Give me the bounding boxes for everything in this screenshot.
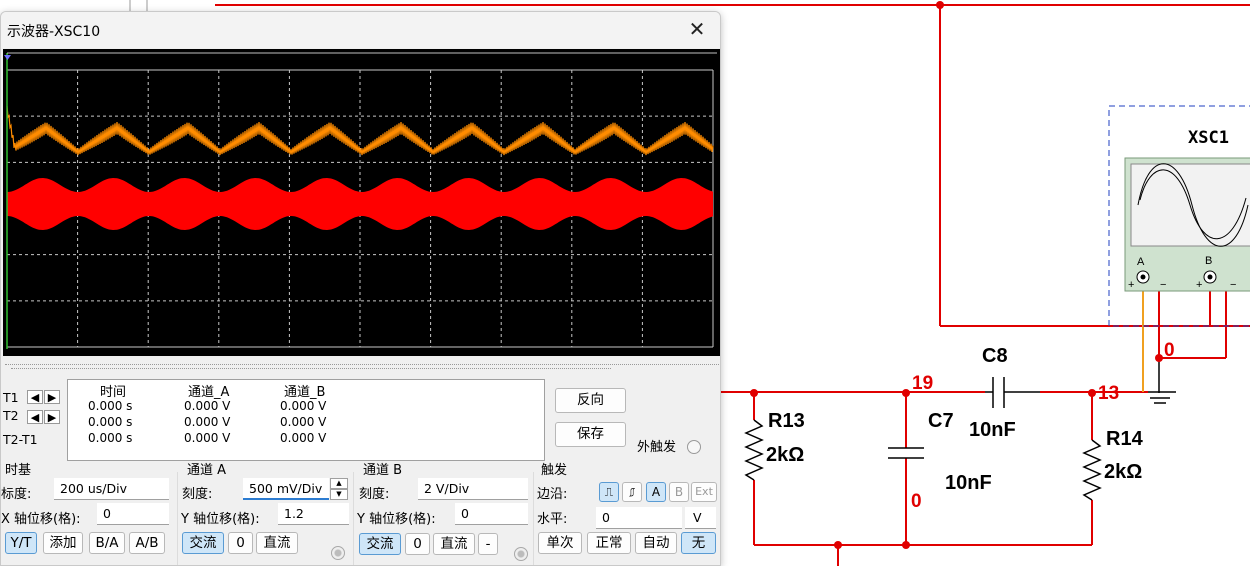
mode-yt-button[interactable]: Y/T [5, 532, 37, 554]
net-label-0-scope: 0 [1164, 340, 1175, 361]
t2-right-arrow-icon[interactable]: ▶ [44, 410, 60, 424]
t1-left-arrow-icon[interactable]: ◀ [27, 390, 43, 404]
trigger-source-b-button[interactable]: B [669, 482, 689, 502]
timebase-title: 时基 [5, 463, 32, 478]
t2t1-channel-a: 0.000 V [184, 431, 231, 445]
mode-ba-button[interactable]: B/A [89, 532, 125, 554]
scrollbar-thumb[interactable] [11, 368, 611, 369]
svg-text:+: + [1196, 279, 1202, 291]
svg-text:−: − [1230, 279, 1236, 291]
t2t1-time: 0.000 s [88, 431, 133, 445]
rising-edge-icon[interactable]: ⎍ [599, 482, 619, 502]
channel-b-title: 通道 B [363, 463, 403, 478]
title-bar[interactable]: 示波器-XSC10 ✕ [1, 12, 720, 48]
oscilloscope-window: 示波器-XSC10 ✕ T1 T2 T2-T1 ◀ ▶ ◀ ▶ 时间 通道_A … [0, 11, 721, 566]
r14-ref: R14 [1106, 428, 1144, 450]
c7-value: 10nF [945, 472, 992, 494]
cursor-t2-label: T2 [3, 408, 19, 423]
channel-b-zero-button[interactable]: 0 [405, 533, 430, 555]
t2-channel-a: 0.000 V [184, 415, 231, 429]
channel-b-dc-button[interactable]: 直流 [433, 533, 475, 555]
timebase-xpos-field[interactable]: 0 [97, 503, 169, 525]
save-button[interactable]: 保存 [555, 422, 626, 447]
cursor-t1-label: T1 [3, 390, 19, 405]
channel-b-ac-button[interactable]: 交流 [359, 533, 401, 555]
svg-text:A: A [1137, 256, 1145, 268]
t1-channel-b: 0.000 V [280, 399, 327, 413]
channel-a-scale-label: 刻度: [182, 487, 213, 502]
svg-text:−: − [1160, 279, 1166, 291]
falling-edge-icon[interactable]: ⎎ [622, 482, 642, 502]
t1-channel-a: 0.000 V [184, 399, 231, 413]
timebase-scale-label: 标度: [1, 487, 32, 502]
mode-ab-button[interactable]: A/B [129, 532, 165, 554]
trigger-source-a-button[interactable]: A [646, 482, 666, 502]
trigger-none-button[interactable]: 无 [681, 532, 716, 554]
channel-b-scale-field[interactable]: 2 V/Div [418, 478, 528, 500]
trigger-level-field[interactable]: 0 [596, 507, 682, 529]
header-channel-b: 通道_B [284, 385, 326, 400]
xsc1-label: XSC1 [1188, 128, 1229, 148]
scope-screen[interactable] [3, 49, 720, 356]
channel-b-minus-button[interactable]: - [478, 533, 498, 555]
ext-trigger-label: 外触发 [637, 440, 677, 455]
channel-a-ac-button[interactable]: 交流 [182, 532, 224, 554]
r14-value: 2kΩ [1104, 461, 1142, 483]
svg-text:+: + [1128, 279, 1134, 291]
trigger-title: 触发 [541, 463, 568, 478]
channel-b-terminal-icon[interactable] [514, 547, 528, 561]
scope-display [4, 52, 717, 349]
channel-a-ypos-field[interactable]: 1.2 [278, 503, 349, 525]
c8-ref: C8 [982, 345, 1008, 367]
close-button[interactable]: ✕ [674, 12, 720, 48]
timebase-xpos-label: X 轴位移(格): [1, 512, 81, 527]
t2-channel-b: 0.000 V [280, 415, 327, 429]
channel-b-scale-label: 刻度: [359, 487, 390, 502]
r13-value: 2kΩ [766, 444, 804, 466]
t2-time: 0.000 s [88, 415, 133, 429]
trigger-auto-button[interactable]: 自动 [635, 532, 677, 554]
channel-a-ypos-label: Y 轴位移(格): [181, 512, 260, 527]
c7-ref: C7 [928, 410, 954, 432]
net-label-13: 13 [1098, 383, 1119, 404]
channel-a-dc-button[interactable]: 直流 [256, 532, 298, 554]
header-time: 时间 [100, 385, 127, 400]
trigger-source-ext-button[interactable]: Ext [691, 482, 717, 502]
cursor-t2t1-label: T2-T1 [3, 432, 38, 447]
cursor-readout-table: 时间 通道_A 通道_B 0.000 s 0.000 V 0.000 V 0.0… [67, 379, 545, 461]
reverse-button[interactable]: 反向 [555, 388, 626, 413]
channel-a-title: 通道 A [187, 463, 227, 478]
trigger-level-label: 水平: [537, 512, 568, 527]
channel-b-ypos-label: Y 轴位移(格): [357, 512, 436, 527]
t2t1-channel-b: 0.000 V [280, 431, 327, 445]
screen-scrollbar[interactable] [5, 364, 720, 374]
net-label-19: 19 [912, 373, 933, 394]
r13-ref: R13 [768, 410, 805, 432]
ext-trigger-terminal[interactable] [687, 440, 701, 454]
t1-right-arrow-icon[interactable]: ▶ [44, 390, 60, 404]
c8-value: 10nF [969, 419, 1016, 441]
channel-b-ypos-field[interactable]: 0 [455, 503, 528, 525]
trigger-single-button[interactable]: 单次 [538, 532, 582, 554]
channel-a-terminal-icon[interactable] [331, 546, 345, 560]
trigger-level-unit[interactable]: V [685, 507, 716, 529]
t2-left-arrow-icon[interactable]: ◀ [27, 410, 43, 424]
channel-a-zero-button[interactable]: 0 [228, 532, 253, 554]
window-title: 示波器-XSC10 [7, 24, 101, 40]
mode-add-button[interactable]: 添加 [43, 532, 83, 554]
scale-up-icon[interactable]: ▲ [330, 478, 348, 489]
header-channel-a: 通道_A [188, 385, 230, 400]
svg-text:B: B [1205, 255, 1212, 267]
timebase-scale-field[interactable]: 200 us/Div [54, 478, 169, 500]
channel-a-scale-field[interactable]: 500 mV/Div [243, 478, 329, 500]
scale-down-icon[interactable]: ▼ [330, 489, 348, 500]
trigger-edge-label: 边沿: [537, 487, 568, 502]
trigger-normal-button[interactable]: 正常 [587, 532, 631, 554]
cursor-t1-marker [4, 55, 11, 60]
t1-time: 0.000 s [88, 399, 133, 413]
net-label-0-c7: 0 [911, 491, 922, 512]
